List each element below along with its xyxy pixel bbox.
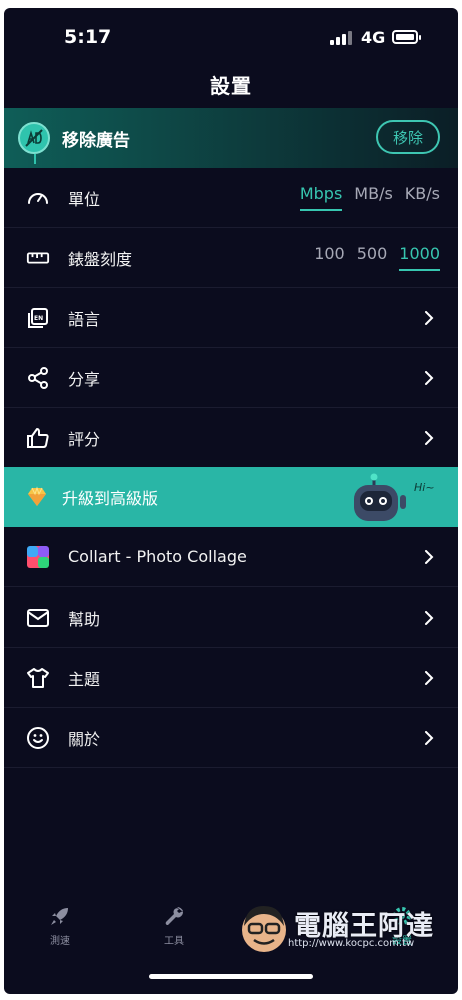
- svg-text:EN: EN: [34, 315, 43, 322]
- dial-scale-label: 錶盤刻度: [68, 249, 133, 269]
- signal-icon: [330, 31, 352, 45]
- watermark-logo: [242, 906, 286, 952]
- wrench-icon: [165, 907, 183, 925]
- language-icon: EN: [26, 306, 50, 330]
- about-row[interactable]: 關於: [4, 708, 458, 768]
- speedometer-icon: [26, 186, 50, 210]
- page-title: 設置: [210, 74, 252, 98]
- no-ads-icon: [18, 122, 50, 164]
- chevron-right-icon: [425, 730, 434, 745]
- dial-option-500[interactable]: 500: [357, 244, 388, 271]
- thumbs-up-icon: [26, 426, 50, 450]
- rate-label: 評分: [68, 429, 101, 449]
- share-label: 分享: [68, 369, 101, 389]
- tab-tools-label: 工具: [164, 936, 184, 947]
- theme-label: 主題: [68, 669, 101, 689]
- home-indicator: [149, 974, 313, 979]
- collart-row[interactable]: Collart - Photo Collage: [4, 527, 458, 587]
- tab-speedtest-label: 測速: [50, 936, 70, 947]
- rate-row[interactable]: 評分: [4, 408, 458, 468]
- unit-option-mbps[interactable]: Mbps: [299, 184, 343, 211]
- language-row[interactable]: EN 語言: [4, 288, 458, 348]
- tab-bar: 測速 工具 設置 電腦王阿達 http://www.kocpc.com.tw: [4, 898, 458, 968]
- diamond-icon: [28, 486, 46, 506]
- watermark-url: http://www.kocpc.com.tw: [288, 938, 415, 949]
- status-time: 5:17: [64, 26, 112, 48]
- tab-speedtest[interactable]: 測速: [30, 904, 90, 947]
- help-label: 幫助: [68, 609, 101, 629]
- remove-ads-button[interactable]: 移除: [376, 120, 440, 154]
- chevron-right-icon: [425, 670, 434, 685]
- unit-label: 單位: [68, 189, 101, 209]
- dial-option-1000[interactable]: 1000: [399, 244, 440, 271]
- help-row[interactable]: 幫助: [4, 588, 458, 648]
- unit-options: Mbps MB/s KB/s: [299, 184, 440, 211]
- chevron-right-icon: [425, 370, 434, 385]
- remove-ads-label: 移除廣告: [62, 131, 130, 151]
- settings-screen: 5:17 4G 設置 移除廣告 移除 單位 Mbps MB/s KB/s 錶盤刻…: [4, 8, 458, 994]
- dial-scale-options: 100 500 1000: [314, 244, 440, 271]
- network-type: 4G: [361, 28, 386, 47]
- status-bar: 5:17 4G: [4, 8, 458, 64]
- tab-tools[interactable]: 工具: [144, 904, 204, 947]
- remove-ads-banner[interactable]: 移除廣告 移除: [4, 108, 458, 168]
- chevron-right-icon: [425, 610, 434, 625]
- unit-option-mbs[interactable]: MB/s: [354, 184, 393, 211]
- unit-option-kbs[interactable]: KB/s: [405, 184, 440, 211]
- upgrade-premium-banner[interactable]: 升級到高級版 Hi~: [4, 467, 458, 527]
- dial-option-100[interactable]: 100: [314, 244, 345, 271]
- chevron-right-icon: [425, 430, 434, 445]
- upgrade-premium-label: 升級到高級版: [62, 489, 159, 508]
- rocket-icon: [51, 908, 68, 925]
- ruler-icon: [26, 246, 50, 270]
- chevron-right-icon: [425, 310, 434, 325]
- share-row[interactable]: 分享: [4, 348, 458, 408]
- greeting-text: Hi~: [414, 481, 435, 494]
- collart-label: Collart - Photo Collage: [68, 547, 247, 566]
- collart-app-icon: [26, 545, 50, 569]
- dial-scale-row: 錶盤刻度 100 500 1000: [4, 228, 458, 288]
- watermark: 電腦王阿達 http://www.kocpc.com.tw: [232, 898, 452, 960]
- smiley-icon: [26, 726, 50, 750]
- language-label: 語言: [68, 309, 101, 329]
- about-label: 關於: [68, 729, 101, 749]
- unit-row: 單位 Mbps MB/s KB/s: [4, 168, 458, 228]
- share-icon: [26, 366, 50, 390]
- mail-icon: [26, 606, 50, 630]
- chevron-right-icon: [425, 549, 434, 564]
- robot-mascot-icon: [354, 473, 406, 521]
- battery-icon: [392, 30, 421, 44]
- theme-row[interactable]: 主題: [4, 648, 458, 708]
- t-shirt-icon: [26, 666, 50, 690]
